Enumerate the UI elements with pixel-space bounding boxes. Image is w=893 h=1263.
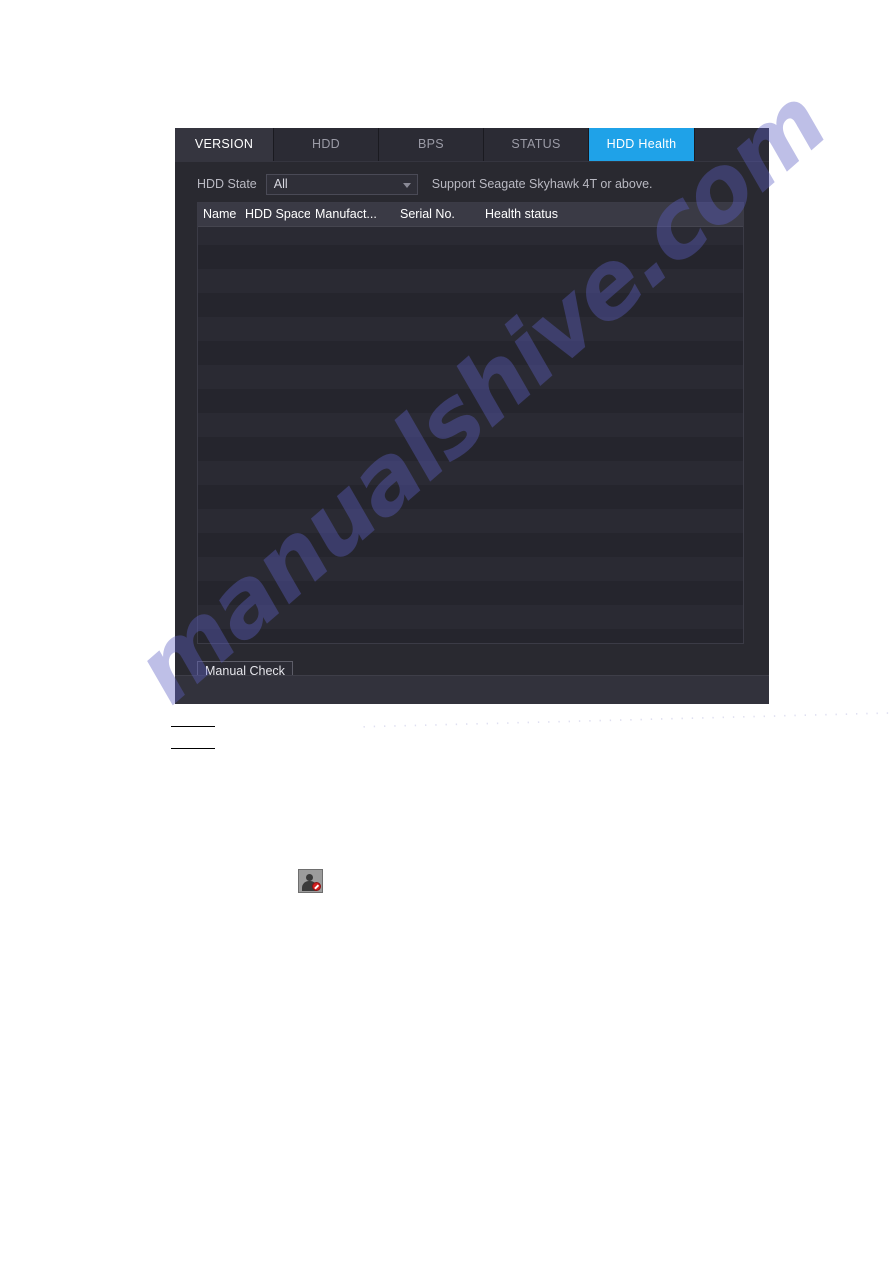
table-row[interactable]: [198, 437, 743, 461]
hdd-state-label: HDD State: [197, 177, 257, 191]
table-row[interactable]: [198, 227, 743, 245]
table-row[interactable]: [198, 389, 743, 413]
hdd-state-select[interactable]: All: [265, 173, 418, 195]
dialog-footer-bar: [175, 675, 769, 704]
hdd-state-selected-value: All: [273, 177, 288, 191]
dialog-content: HDD State All Support Seagate Skyhawk 4T…: [175, 162, 769, 681]
table-row[interactable]: [198, 365, 743, 389]
hdd-health-detect-dialog: VERSION HDD BPS STATUS HDD Health Det...…: [175, 128, 769, 704]
chevron-down-icon: [402, 182, 411, 188]
tab-bar-filler: [695, 128, 769, 161]
tab-version[interactable]: VERSION: [175, 128, 274, 161]
user-blocked-icon: [298, 869, 323, 893]
tab-status[interactable]: STATUS: [484, 128, 589, 161]
table-row[interactable]: [198, 629, 743, 643]
block-badge-slash: [314, 884, 319, 890]
table-row[interactable]: [198, 557, 743, 581]
table-row[interactable]: [198, 461, 743, 485]
person-head-shape: [306, 874, 313, 881]
redaction-rule-bottom: [171, 748, 215, 750]
table-body: [198, 227, 743, 643]
table-row[interactable]: [198, 509, 743, 533]
table-row[interactable]: [198, 413, 743, 437]
redaction-rule-top: [171, 726, 215, 728]
dialog-tab-bar: VERSION HDD BPS STATUS HDD Health Det...: [175, 128, 769, 184]
table-row[interactable]: [198, 341, 743, 365]
tab-hdd[interactable]: HDD: [274, 128, 379, 161]
column-header-health-status: Health status: [485, 207, 558, 221]
column-header-serial-no: Serial No.: [400, 207, 455, 221]
table-row[interactable]: [198, 533, 743, 557]
table-row[interactable]: [198, 485, 743, 509]
hdd-health-table: Name HDD Space Manufact... Serial No. He…: [197, 202, 744, 644]
table-row[interactable]: [198, 269, 743, 293]
hdd-state-filter-row: HDD State All Support Seagate Skyhawk 4T…: [197, 173, 653, 195]
tab-hdd-health-detect[interactable]: HDD Health Det...: [589, 128, 695, 184]
table-row[interactable]: [198, 581, 743, 605]
hdd-support-hint: Support Seagate Skyhawk 4T or above.: [431, 177, 653, 191]
tab-bps[interactable]: BPS: [379, 128, 484, 161]
table-header-row: Name HDD Space Manufact... Serial No. He…: [198, 203, 743, 227]
watermark-dotted-line: · · · · · · · · · · · · · · · · · · · · …: [361, 706, 893, 735]
column-header-manufacturer: Manufact...: [315, 207, 377, 221]
block-badge-icon: [312, 882, 321, 891]
table-row[interactable]: [198, 245, 743, 269]
column-header-hdd-space: HDD Space: [245, 207, 310, 221]
table-row[interactable]: [198, 605, 743, 629]
table-row[interactable]: [198, 317, 743, 341]
column-header-name: Name: [203, 207, 237, 221]
table-row[interactable]: [198, 293, 743, 317]
